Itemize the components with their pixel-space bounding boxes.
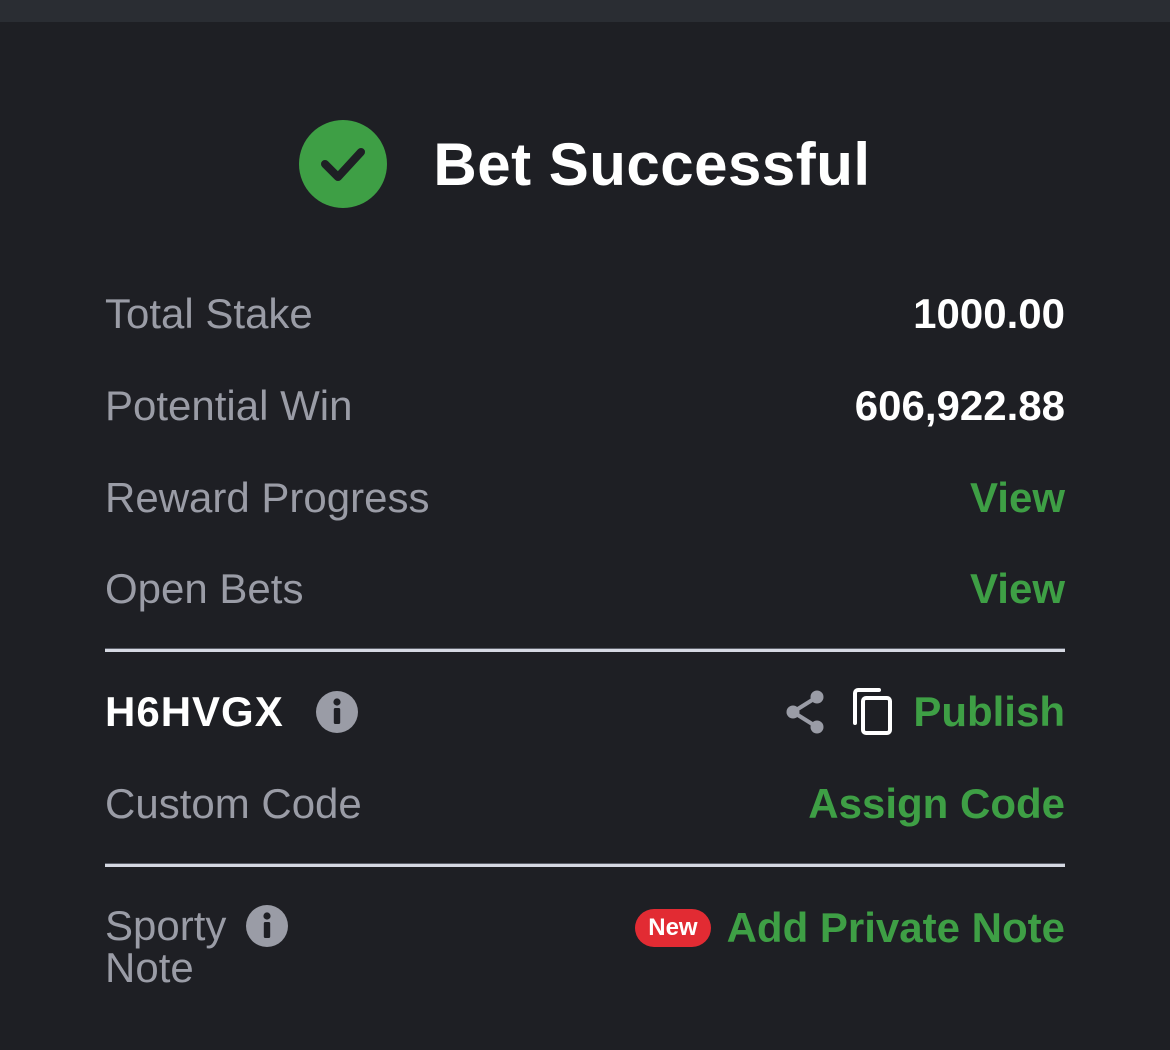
- open-bets-row: Open Bets View: [105, 559, 1065, 619]
- booking-actions: Publish: [783, 687, 1065, 737]
- divider: [105, 648, 1065, 652]
- booking-code-row: H6HVGX Publish: [105, 682, 1065, 742]
- total-stake-row: Total Stake 1000.00: [105, 284, 1065, 344]
- sporty-note-label-line1: Sporty: [105, 902, 227, 949]
- page-title: Bet Successful: [433, 130, 871, 198]
- reward-progress-view-link[interactable]: View: [970, 474, 1065, 522]
- reward-progress-row: Reward Progress View: [105, 468, 1065, 528]
- sporty-note-label: Sporty Note: [105, 902, 405, 992]
- potential-win-label: Potential Win: [105, 382, 353, 429]
- check-circle-icon: [299, 120, 388, 208]
- assign-code-link[interactable]: Assign Code: [808, 780, 1065, 828]
- publish-link[interactable]: Publish: [913, 688, 1065, 736]
- add-private-note-link[interactable]: Add Private Note: [727, 904, 1065, 952]
- divider: [105, 863, 1065, 867]
- potential-win-value: 606,922.88: [854, 382, 1065, 429]
- open-bets-view-link[interactable]: View: [970, 565, 1065, 613]
- sporty-note-label-line2: Note: [105, 944, 194, 991]
- potential-win-row: Potential Win 606,922.88: [105, 376, 1065, 436]
- copy-icon[interactable]: [849, 687, 895, 737]
- new-badge: New: [635, 909, 711, 947]
- reward-progress-label: Reward Progress: [105, 474, 430, 521]
- share-icon[interactable]: [783, 689, 827, 735]
- booking-code: H6HVGX: [105, 688, 284, 735]
- custom-code-label: Custom Code: [105, 780, 362, 827]
- info-icon[interactable]: [246, 905, 289, 947]
- add-note-group: New Add Private Note: [635, 898, 1065, 958]
- booking-code-group: H6HVGX: [105, 688, 358, 736]
- total-stake-label: Total Stake: [105, 290, 313, 337]
- info-icon[interactable]: [315, 691, 358, 733]
- top-bar: [0, 0, 1170, 22]
- open-bets-label: Open Bets: [105, 565, 304, 612]
- custom-code-row: Custom Code Assign Code: [105, 774, 1065, 834]
- bet-success-panel: Bet Successful Total Stake 1000.00 Poten…: [0, 22, 1170, 1050]
- success-header: Bet Successful: [0, 120, 1170, 208]
- total-stake-value: 1000.00: [913, 290, 1065, 337]
